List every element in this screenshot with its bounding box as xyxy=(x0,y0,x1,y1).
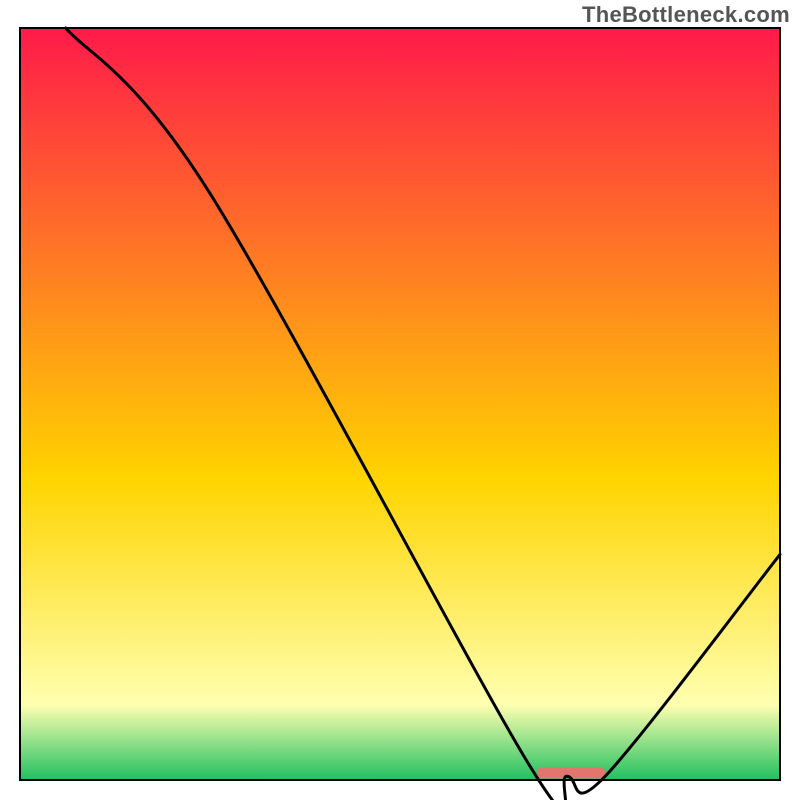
watermark-text: TheBottleneck.com xyxy=(582,2,790,28)
gradient-background xyxy=(20,28,780,780)
chart-container: { "watermark": "TheBottleneck.com", "col… xyxy=(0,0,800,800)
bottleneck-chart xyxy=(0,0,800,800)
